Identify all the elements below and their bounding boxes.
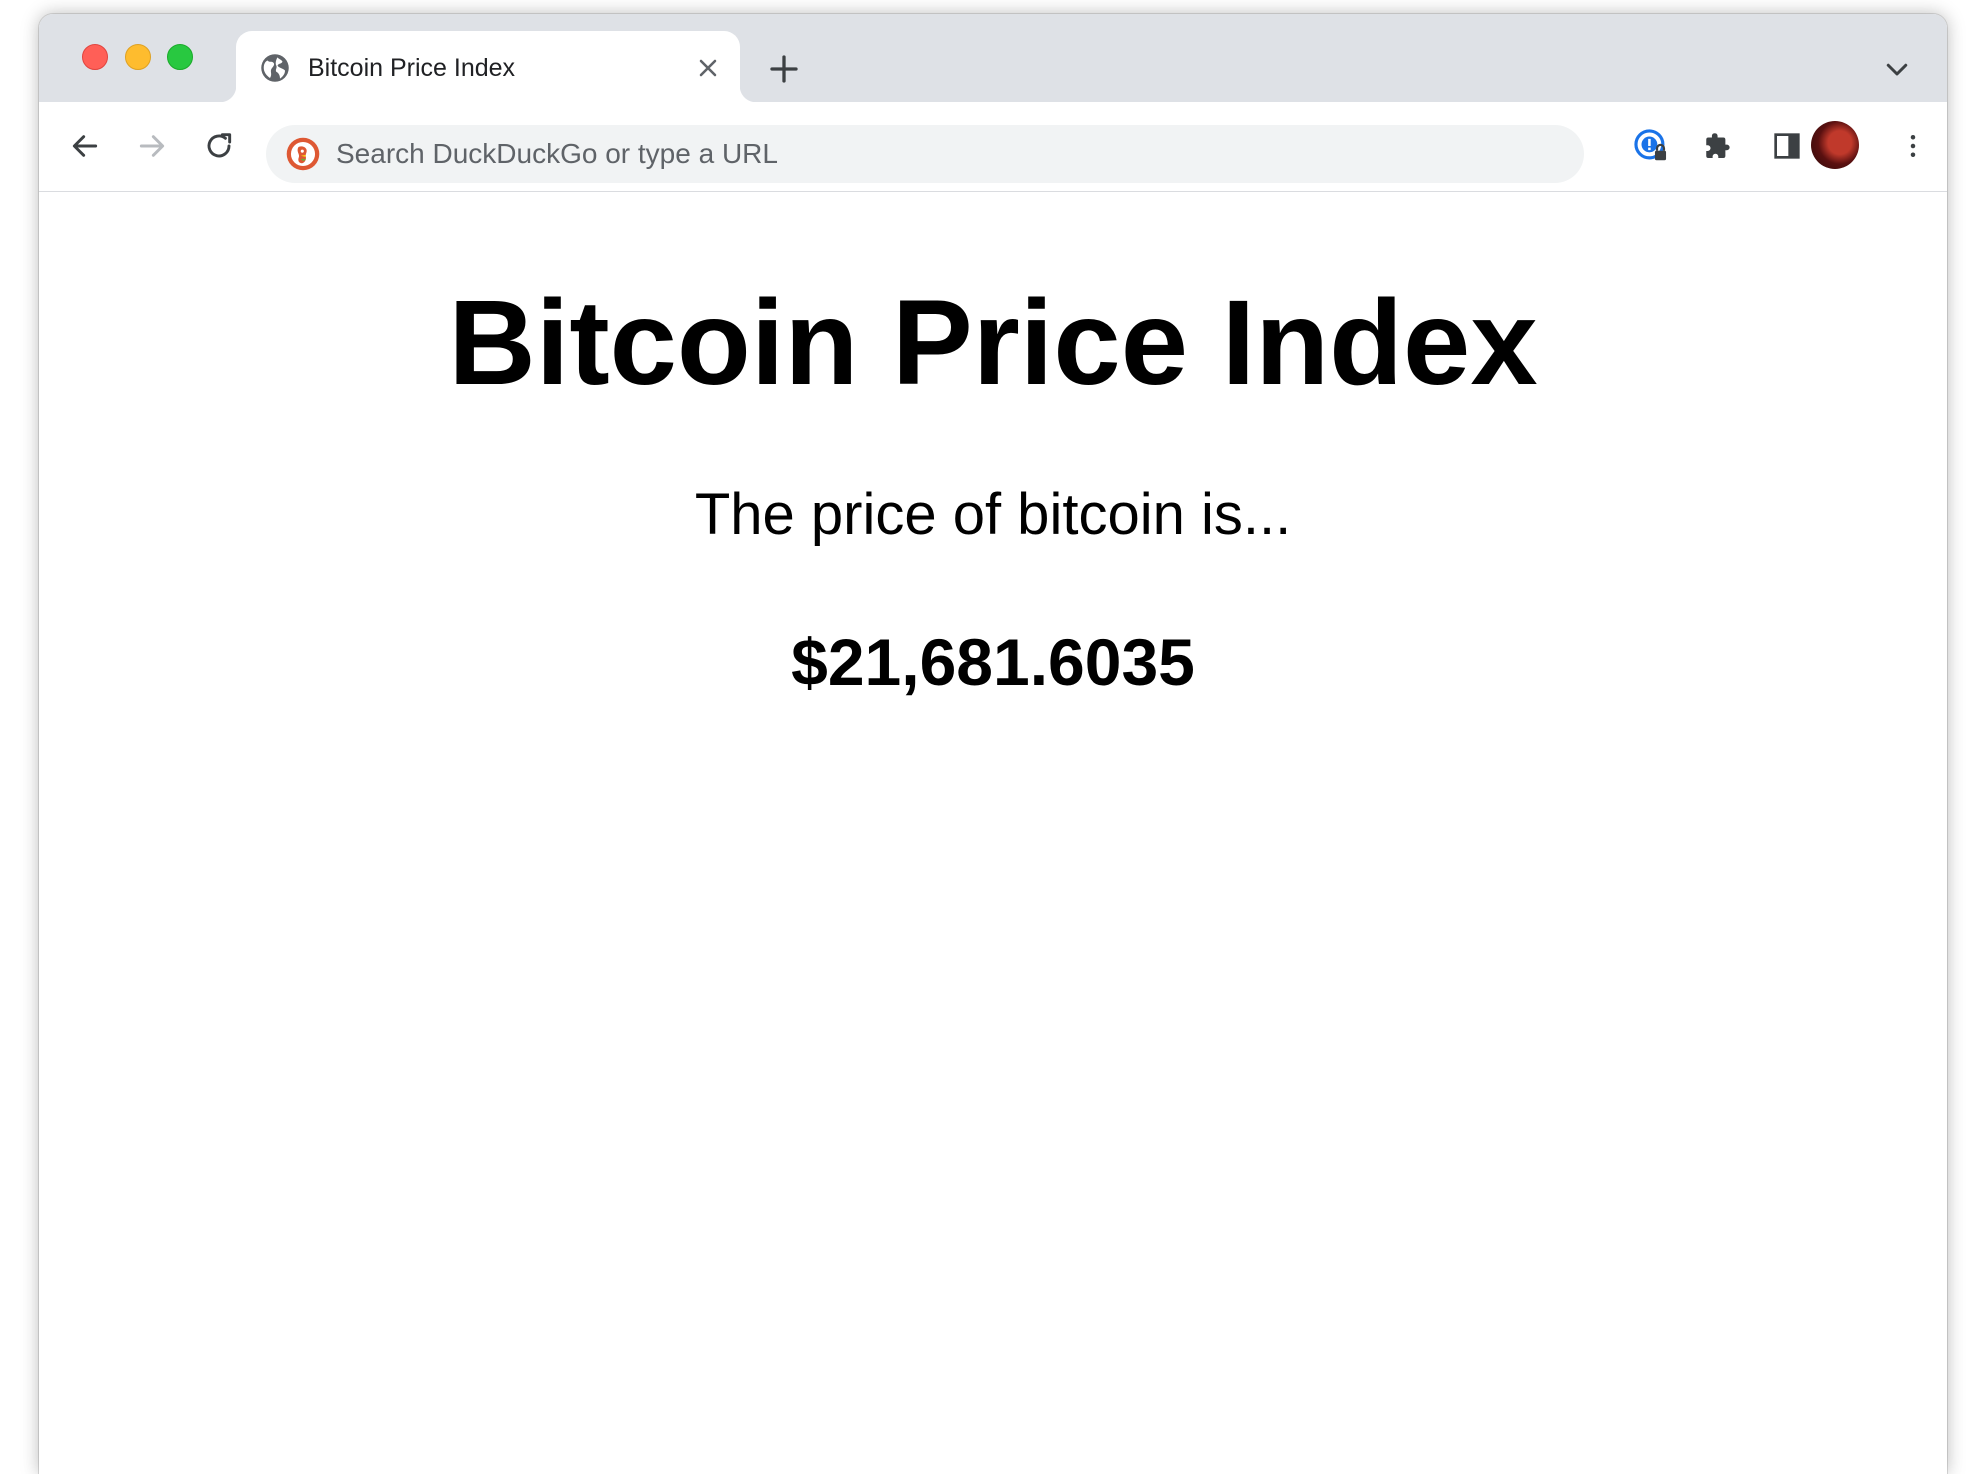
- browser-menu-button[interactable]: [1891, 124, 1935, 168]
- new-tab-button[interactable]: [766, 51, 802, 87]
- bitcoin-price: $21,681.6035: [791, 625, 1195, 699]
- tab-active[interactable]: Bitcoin Price Index: [220, 31, 756, 102]
- kebab-menu-icon: [1910, 135, 1916, 157]
- puzzle-icon: [1706, 133, 1730, 159]
- forward-button[interactable]: [130, 124, 174, 168]
- chevron-down-icon[interactable]: [1882, 54, 1912, 84]
- tab-title: Bitcoin Price Index: [308, 54, 516, 82]
- url-input[interactable]: [336, 125, 1536, 183]
- arrow-right-icon: [139, 135, 165, 157]
- close-window-button[interactable]: [82, 44, 108, 70]
- side-panel-button[interactable]: [1765, 124, 1809, 168]
- page-title: Bitcoin Price Index: [448, 274, 1538, 410]
- side-panel-icon: [1774, 133, 1800, 159]
- globe-icon: [261, 54, 289, 82]
- password-lock-icon: [1634, 129, 1667, 161]
- address-bar[interactable]: [266, 125, 1584, 183]
- browser-toolbar: [39, 102, 1947, 192]
- arrow-left-icon: [72, 135, 98, 157]
- back-button[interactable]: [63, 124, 107, 168]
- duckduckgo-icon: [286, 137, 320, 171]
- avatar[interactable]: [1811, 121, 1859, 169]
- page-content: Bitcoin Price Index The price of bitcoin…: [39, 192, 1947, 1474]
- password-manager-button[interactable]: [1629, 124, 1673, 168]
- reload-button[interactable]: [197, 124, 241, 168]
- reload-icon: [207, 133, 232, 158]
- price-intro-text: The price of bitcoin is...: [694, 482, 1292, 547]
- close-icon[interactable]: [694, 54, 722, 82]
- browser-window: Bitcoin Price Index Search DuckDuckGo or…: [39, 14, 1947, 1474]
- zoom-window-button[interactable]: [167, 44, 193, 70]
- tab-strip: Bitcoin Price Index: [39, 14, 1947, 102]
- minimize-window-button[interactable]: [125, 44, 151, 70]
- extensions-button[interactable]: [1697, 124, 1741, 168]
